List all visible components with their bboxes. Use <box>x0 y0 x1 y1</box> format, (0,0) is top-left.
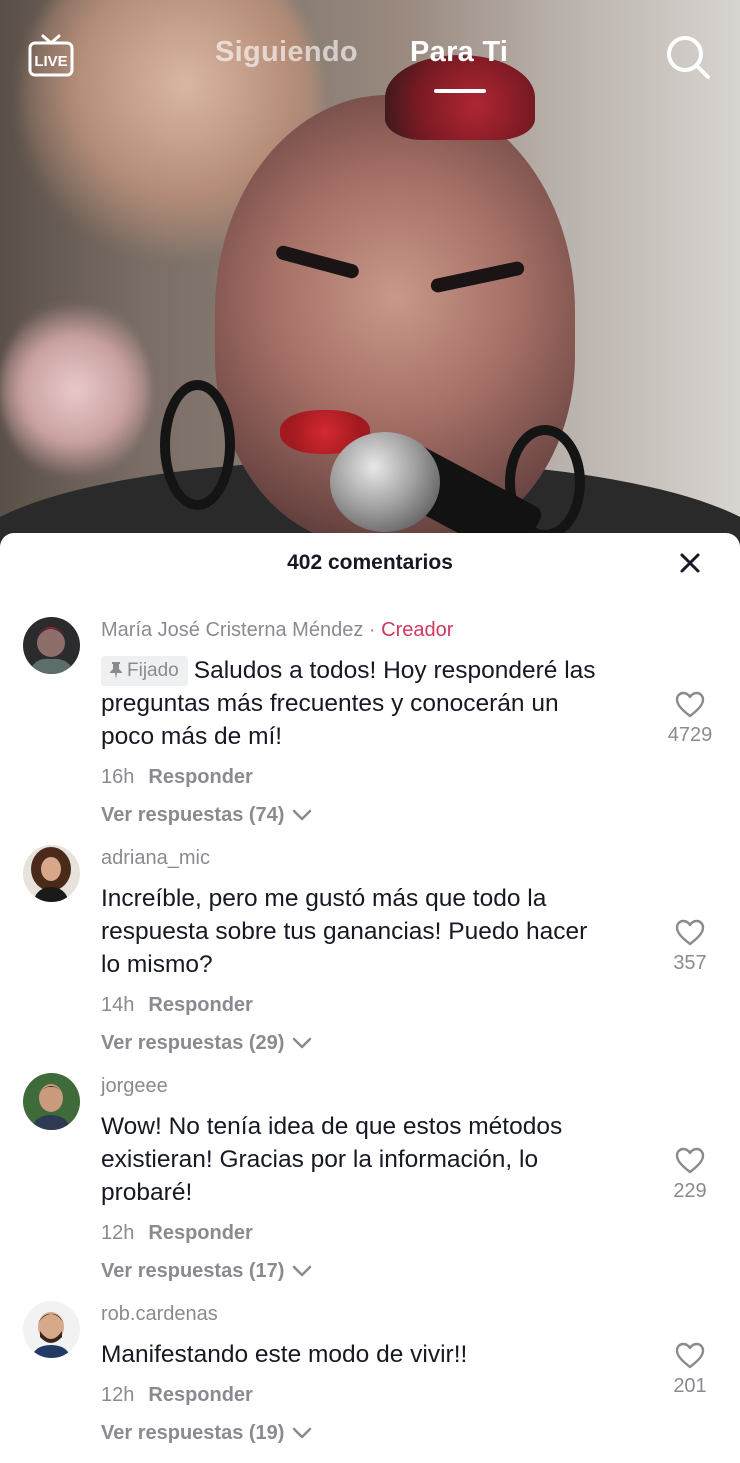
heart-icon[interactable] <box>675 919 705 946</box>
video-background-flower <box>0 300 150 480</box>
comments-sheet: 402 comentarios María José Cristerna Mén… <box>0 533 740 1463</box>
reply-button[interactable]: Responder <box>148 1384 252 1406</box>
comment-time: 12h <box>101 1222 135 1244</box>
avatar[interactable] <box>23 1301 80 1358</box>
comment-time: 12h <box>101 1384 135 1406</box>
comment-text: Manifestando este modo de vivir!! <box>101 1341 468 1368</box>
comment-meta: 14h Responder <box>101 994 253 1017</box>
view-replies-label[interactable]: Ver respuestas (74) <box>101 804 284 826</box>
like-count: 357 <box>673 952 707 974</box>
top-navigation-bar: LIVE Siguiendo Para Ti <box>0 0 740 110</box>
comment-meta: 12h Responder <box>101 1384 253 1407</box>
comment-time: 14h <box>101 994 135 1016</box>
like-button[interactable]: 357 <box>650 919 730 975</box>
tab-for-you[interactable]: Para Ti <box>410 36 508 69</box>
view-replies-button[interactable]: Ver respuestas (19) <box>101 1422 312 1445</box>
badge-separator: · <box>368 619 376 641</box>
live-icon[interactable]: LIVE <box>28 33 74 77</box>
comment-meta: 12h Responder <box>101 1222 253 1245</box>
comment-meta: 16h Responder <box>101 766 253 789</box>
close-icon[interactable] <box>678 551 702 575</box>
comment-text: Increíble, pero me gustó más que todo la… <box>101 885 588 978</box>
like-count: 229 <box>673 1180 707 1202</box>
chevron-down-icon <box>293 1265 312 1277</box>
view-replies-label[interactable]: Ver respuestas (19) <box>101 1422 284 1444</box>
like-count: 4729 <box>667 724 713 746</box>
like-button[interactable]: 201 <box>650 1342 730 1398</box>
chevron-down-icon <box>293 1037 312 1049</box>
like-button[interactable]: 229 <box>650 1147 730 1203</box>
creator-badge: Creador <box>381 619 454 641</box>
comment-time: 16h <box>101 766 135 788</box>
avatar[interactable] <box>23 1073 80 1130</box>
view-replies-button[interactable]: Ver respuestas (74) <box>101 804 312 827</box>
view-replies-label[interactable]: Ver respuestas (29) <box>101 1032 284 1054</box>
live-label: LIVE <box>34 53 67 70</box>
comment-text: Wow! No tenía idea de que estos métodos … <box>101 1113 563 1206</box>
chevron-down-icon <box>293 809 312 821</box>
avatar[interactable] <box>23 845 80 902</box>
heart-icon[interactable] <box>675 1342 705 1369</box>
comment-username[interactable]: jorgeee <box>101 1075 168 1098</box>
comment-username[interactable]: adriana_mic <box>101 847 210 870</box>
reply-button[interactable]: Responder <box>148 1222 252 1244</box>
view-replies-button[interactable]: Ver respuestas (17) <box>101 1260 312 1283</box>
tab-following[interactable]: Siguiendo <box>215 36 358 69</box>
search-icon[interactable] <box>664 33 712 81</box>
reply-button[interactable]: Responder <box>148 766 252 788</box>
avatar[interactable] <box>23 617 80 674</box>
view-replies-label[interactable]: Ver respuestas (17) <box>101 1260 284 1282</box>
pinned-label: Fijado <box>127 660 179 681</box>
chevron-down-icon <box>293 1427 312 1439</box>
video-microphone <box>330 432 440 532</box>
pin-icon <box>110 662 122 679</box>
comment-username[interactable]: María José Cristerna Méndez · Creador <box>101 619 453 642</box>
username-text[interactable]: María José Cristerna Méndez <box>101 619 363 641</box>
heart-icon[interactable] <box>675 1147 705 1174</box>
video-earring-left <box>160 380 235 510</box>
like-count: 201 <box>673 1375 707 1397</box>
reply-button[interactable]: Responder <box>148 994 252 1016</box>
active-tab-indicator <box>434 89 486 93</box>
like-button[interactable]: 4729 <box>650 691 730 747</box>
heart-icon[interactable] <box>675 691 705 718</box>
comments-count-title: 402 comentarios <box>287 551 453 574</box>
comment-username[interactable]: rob.cardenas <box>101 1303 218 1326</box>
view-replies-button[interactable]: Ver respuestas (29) <box>101 1032 312 1055</box>
pinned-badge: Fijado <box>101 656 188 686</box>
comment-text-block: Fijado Saludos a todos! Hoy responderé la… <box>101 654 601 753</box>
